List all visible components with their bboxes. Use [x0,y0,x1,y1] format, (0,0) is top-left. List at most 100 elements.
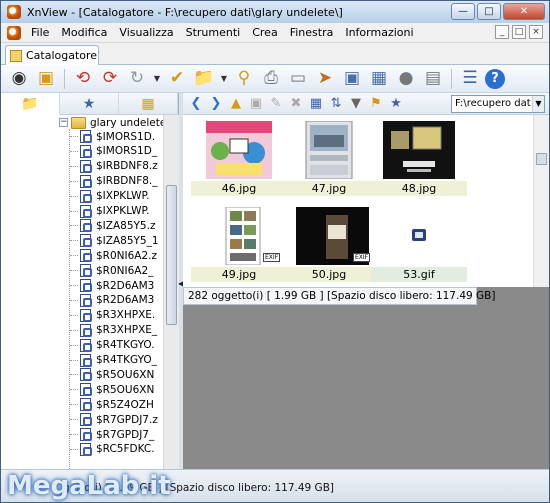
tree-item[interactable]: $IXPKLWP. [80,204,150,219]
tree-item[interactable]: $RC5FDKC. [80,442,155,457]
menu-strumenti[interactable]: Strumenti [180,26,247,39]
thumbnail-item[interactable]: 47.jpg [281,117,377,197]
tree-item-label: $IMORS1D_ [96,145,158,158]
tree-item[interactable]: $IRBDNF8.z [80,159,158,174]
close-button[interactable]: ✕ [503,3,545,20]
delete-icon[interactable]: ✖ [287,95,305,113]
back-icon[interactable]: ❮ [187,95,205,113]
tree-item-label: $R5OU6XN [96,383,155,396]
mdi-close-button[interactable]: × [529,25,543,39]
thumbnail-item[interactable]: 46.jpg [191,117,287,197]
forward-icon[interactable]: ❯ [207,95,225,113]
tree-item[interactable]: $R4TKGYO. [80,338,155,353]
tree-root-label: glary undelete [90,116,163,129]
tree-item-label: $IRBDNF8.z [96,160,158,173]
thumbnail-label: 46.jpg [191,181,287,196]
thumbnail-item[interactable]: 53.gif [371,203,467,283]
minimize-button[interactable]: — [451,3,475,20]
thumbnail-item[interactable]: 48.jpg [371,117,467,197]
thumbnail-item[interactable]: EXIF 50.jpg [281,203,377,283]
refresh-dropdown-icon[interactable]: ▼ [152,67,162,91]
thumbnail-item[interactable]: EXIF 49.jpg [191,203,287,283]
scanner-icon[interactable]: ▭ [286,67,310,91]
menu-crea[interactable]: Crea [246,26,283,39]
maximize-button[interactable]: □ [477,3,501,20]
tree-item[interactable]: $IMORS1D. [80,129,155,144]
mdi-restore-button[interactable]: □ [512,25,526,39]
xnview-logo-icon[interactable] [7,5,21,19]
edit-icon[interactable]: ✎ [267,95,285,113]
tree-connector [70,404,78,406]
tree-item[interactable]: $IZA85Y5.z [80,218,155,233]
menu-file[interactable]: File [25,26,55,39]
scrollbar-thumb[interactable] [536,153,547,165]
chevron-down-icon[interactable]: ▼ [532,96,544,112]
tree-item[interactable]: $IZA85Y5_1 [80,233,159,248]
tree-item[interactable]: $IMORS1D_ [80,144,157,159]
exif-badge: EXIF [353,253,371,262]
help-icon[interactable]: ? [485,68,505,89]
eye-icon[interactable]: ◉ [7,67,31,91]
title-bar[interactable]: XnView - [Catalogatore - F:\recupero dat… [1,1,549,23]
tree-item[interactable]: $R0NI6A2_ [80,263,153,278]
path-value: F:\recupero dat [455,98,531,109]
tree-item-label: $R4TKGYO. [96,339,155,352]
rotate-right-icon[interactable]: ⟳ [98,67,122,91]
browser-scrollbar[interactable] [533,115,549,287]
tree-item[interactable]: $IXPKLWP. [80,189,150,204]
settings-icon[interactable]: ☰ [458,67,482,91]
sort-icon[interactable]: ⇅ [327,95,345,113]
web-icon[interactable]: ● [394,67,418,91]
search-icon[interactable]: ⚲ [232,67,256,91]
favorites-tab-icon[interactable]: ★ [60,92,119,115]
file-icon [80,383,92,397]
tree-item[interactable]: $R3XHPXE_ [80,323,157,338]
menu-modifica[interactable]: Modifica [55,26,113,39]
favorite-star-icon[interactable]: ★ [387,95,405,113]
scrollbar-thumb[interactable] [166,185,177,325]
tree-item[interactable]: $R0NI6A2.z [80,248,157,263]
refresh-icon[interactable]: ↻ [125,67,149,91]
folder-open-icon[interactable]: 📁 [192,67,216,91]
tree-item[interactable]: $R2D6AM3 [80,293,154,308]
catalog-tab-icon[interactable]: ▦ [119,92,178,115]
menu-finestra[interactable]: Finestra [284,26,340,39]
print-icon[interactable]: ⎙ [259,67,283,91]
bookmark-folder-icon[interactable]: ⚑ [367,95,385,113]
tree-item[interactable]: $R5OU6XN [80,382,154,397]
menu-visualizza[interactable]: Visualizza [113,26,179,39]
tree-item[interactable]: $R2D6AM3 [80,278,154,293]
up-folder-icon[interactable]: ▲ [227,95,245,113]
tree-item[interactable]: $R5Z4OZH [80,397,154,412]
path-dropdown[interactable]: F:\recupero dat ▼ [451,95,545,113]
tree-item[interactable]: $R5OU6XN [80,367,154,382]
filmstrip-icon[interactable]: ▦ [367,67,391,91]
select-icon[interactable]: ✔ [165,67,189,91]
tree-root-node[interactable]: − glary undelete [59,115,163,130]
tab-catalogatore[interactable]: Catalogatore [5,45,99,65]
tree-item[interactable]: $R7GPDJ7_ [80,427,154,442]
tree-item[interactable]: $R4TKGYO_ [80,353,157,368]
tree-connector [70,314,78,316]
tree-item-label: $IRBDNF8._ [96,175,158,188]
tree-item[interactable]: $IRBDNF8._ [80,174,158,189]
tree-item-label: $R7GPDJ7_ [96,428,155,441]
document-menu-icon[interactable] [7,25,21,40]
camera-icon[interactable]: ▣ [340,67,364,91]
filter-icon[interactable]: ▼ [347,95,365,113]
tree-item[interactable]: $R7GPDJ7.z [80,412,158,427]
collapse-icon[interactable]: − [59,118,68,127]
copy-icon[interactable]: ▣ [247,95,265,113]
mdi-minimize-button[interactable]: _ [495,25,509,39]
tree-item[interactable]: $R3XHPXE. [80,308,155,323]
menu-informazioni[interactable]: Informazioni [339,26,419,39]
properties-icon[interactable]: ▤ [421,67,445,91]
rotate-left-icon[interactable]: ⟲ [71,67,95,91]
browser-icon[interactable]: ▣ [34,67,58,91]
folder-dropdown-icon[interactable]: ▼ [219,67,229,91]
folders-tab-icon[interactable]: 📁 [1,92,60,115]
tree-item-label: $R2D6AM3 [96,294,155,307]
tree-scrollbar[interactable] [163,115,179,469]
view-mode-icon[interactable]: ▦ [307,95,325,113]
export-icon[interactable]: ➤ [313,67,337,91]
